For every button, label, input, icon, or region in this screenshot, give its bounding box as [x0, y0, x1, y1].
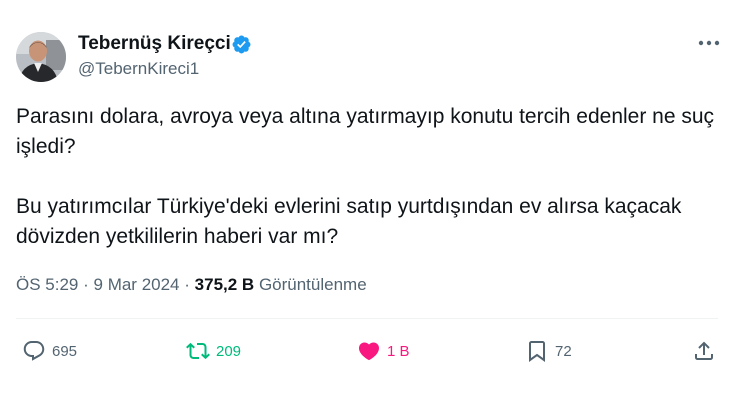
like-button[interactable]: 1 B: [357, 338, 410, 364]
views-count: 375,2 B: [194, 275, 255, 294]
bookmark-count: 72: [555, 342, 572, 360]
divider: [16, 318, 718, 319]
tweet-paragraph: Bu yatırımcılar Türkiye'deki evlerini sa…: [16, 195, 682, 248]
views-label: Görüntülenme: [258, 275, 367, 294]
share-button[interactable]: [692, 338, 716, 364]
tweet-card: Tebernüş Kireçci @TebernKireci1 Parasını…: [0, 0, 730, 420]
tweet-time[interactable]: ÖS 5:29: [16, 275, 78, 294]
heart-icon: [358, 342, 380, 361]
author-name[interactable]: Tebernüş Kireçci: [78, 33, 231, 55]
like-count: 1 B: [387, 342, 410, 360]
tweet-paragraph: Parasını dolara, avroya veya altına yatı…: [16, 105, 715, 158]
author-handle[interactable]: @TebernKireci1: [78, 59, 199, 79]
share-icon: [695, 341, 713, 360]
avatar-photo: [16, 32, 66, 82]
tweet-text: Parasını dolara, avroya veya altına yatı…: [16, 102, 716, 252]
meta-separator: ·: [184, 275, 190, 294]
avatar[interactable]: [16, 32, 66, 82]
bookmark-icon: [529, 341, 545, 362]
reply-count: 695: [52, 342, 78, 360]
tweet-date[interactable]: 9 Mar 2024: [94, 275, 180, 294]
bookmark-button[interactable]: 72: [525, 338, 572, 364]
tweet-meta: ÖS 5:29 · 9 Mar 2024 · 375,2 B Görüntüle…: [16, 275, 367, 295]
reply-icon: [23, 341, 45, 361]
retweet-button[interactable]: 209: [186, 338, 241, 364]
meta-separator: ·: [83, 275, 89, 294]
verified-badge-icon: [232, 35, 251, 54]
reply-button[interactable]: 695: [22, 338, 77, 364]
more-dots-icon: [698, 40, 720, 46]
retweet-icon: [186, 342, 210, 360]
more-options-button[interactable]: [694, 34, 724, 52]
retweet-count: 209: [216, 342, 242, 360]
